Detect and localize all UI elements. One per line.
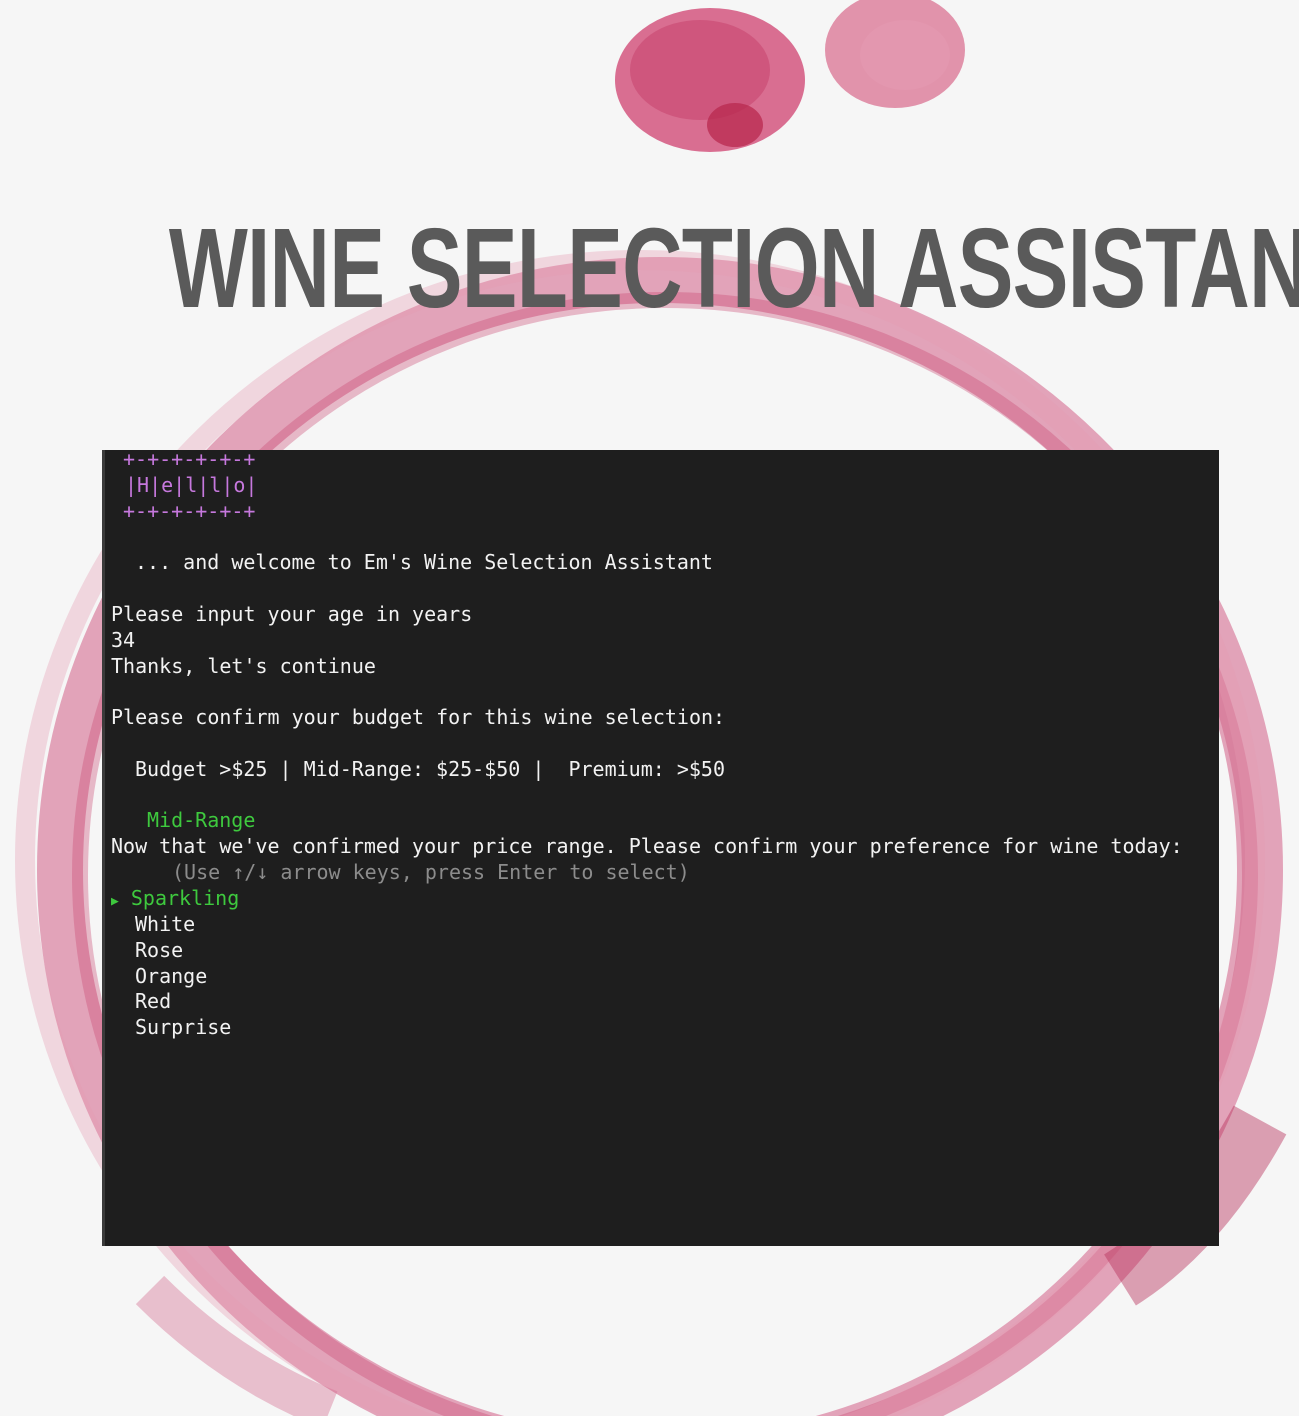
- menu-option-orange[interactable]: Orange: [135, 963, 207, 989]
- menu-hint: (Use ↑/↓ arrow keys, press Enter to sele…: [172, 860, 690, 884]
- preference-prompt: Now that we've confirmed your price rang…: [111, 834, 1183, 858]
- menu-option-white[interactable]: White: [135, 911, 195, 937]
- age-acknowledgement: Thanks, let's continue: [111, 654, 376, 678]
- triangle-right-icon: ▶: [111, 894, 119, 909]
- page-title: WINE SELECTION ASSISTANT: [168, 205, 1299, 331]
- menu-option-label: Sparkling: [130, 886, 240, 910]
- budget-selected: Mid-Range: [147, 808, 256, 832]
- budget-prompt: Please confirm your budget for this wine…: [111, 705, 726, 729]
- page: WINE SELECTION ASSISTANT +-+-+-+-+-+ |H|…: [0, 0, 1299, 1416]
- banner-border-bottom: +-+-+-+-+-+: [123, 499, 256, 523]
- welcome-message: ... and welcome to Em's Wine Selection A…: [135, 550, 713, 574]
- menu-option-red[interactable]: Red: [135, 988, 171, 1014]
- terminal-window[interactable]: +-+-+-+-+-+ |H|e|l|l|o| +-+-+-+-+-+ ... …: [102, 450, 1219, 1246]
- age-prompt: Please input your age in years: [111, 602, 473, 626]
- menu-option-surprise[interactable]: Surprise: [135, 1014, 231, 1040]
- budget-options: Budget >$25 | Mid-Range: $25-$50 | Premi…: [135, 757, 726, 781]
- age-input-value: 34: [111, 628, 136, 652]
- menu-option-rose[interactable]: Rose: [135, 937, 183, 963]
- banner-border-top: +-+-+-+-+-+: [123, 450, 256, 471]
- banner-word: |H|e|l|l|o|: [125, 473, 258, 497]
